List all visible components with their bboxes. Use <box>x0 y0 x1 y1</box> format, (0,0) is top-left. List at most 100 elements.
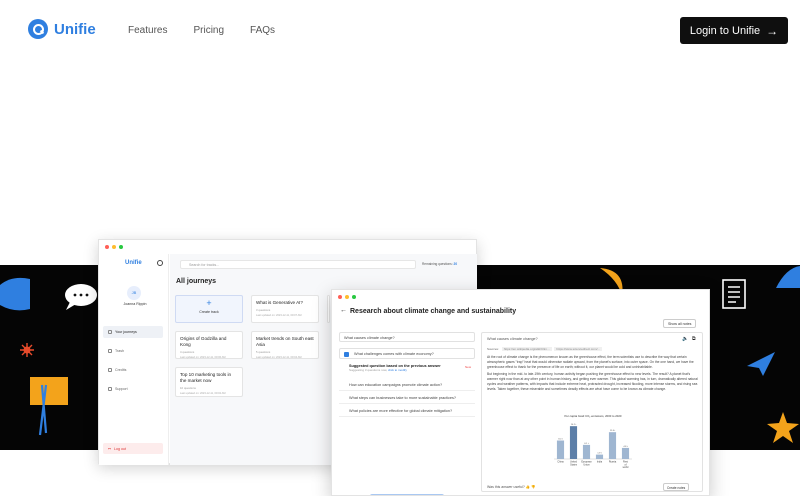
answer-text: At the root of climate change is the phe… <box>487 355 698 391</box>
window-controls <box>105 245 123 249</box>
chart-bar <box>582 444 591 459</box>
search-input[interactable]: Search for tracks... <box>180 260 416 269</box>
card-sub: 4 questions <box>180 349 195 354</box>
orange-star-icon <box>767 412 799 443</box>
logout-button[interactable]: ↦ Log out <box>103 443 163 454</box>
blue-corner-shape-icon <box>776 266 800 288</box>
sources-row: Sources: https://en.wikipedia.org/wiki/C… <box>487 347 602 351</box>
question-item-active[interactable]: What challenges comes with climate econo… <box>339 348 475 359</box>
landing-page: Unifie Features Pricing FAQs Login to Un… <box>0 0 800 496</box>
card-sub: 5 questions <box>256 349 271 354</box>
chart-value-label: 8.0 t <box>558 438 563 441</box>
flag-icon <box>30 377 68 436</box>
remaining-value: 20 <box>453 262 458 266</box>
chart-value-label: 6.1 t <box>584 442 589 445</box>
chart-svg: Per capita fossil CO₂ emissions, 2000 to… <box>554 414 632 469</box>
login-button[interactable]: Login to Unifie → <box>680 17 788 44</box>
login-label: Login to Unifie <box>689 24 761 37</box>
nav-pricing[interactable]: Pricing <box>193 25 224 36</box>
maximize-dot-icon <box>352 295 356 299</box>
thumbs-down-icon[interactable]: 👎 <box>531 485 535 489</box>
card-meta: Last updated on: 2023-12-11, 09:04 AM <box>256 355 302 359</box>
avatar[interactable]: JB <box>127 286 141 300</box>
trash-icon <box>108 349 112 353</box>
journey-card[interactable]: Market trends on South east Asia 5 quest… <box>251 331 319 359</box>
modify-link[interactable]: click to modify <box>388 368 407 372</box>
chart-category-label: Union <box>583 463 590 466</box>
show-notes-button[interactable]: Show all notes <box>663 319 697 328</box>
create-track-button[interactable]: + Create track <box>175 295 243 323</box>
suggested-question[interactable]: What steps can businesses take to more s… <box>339 393 475 404</box>
chart-value-label: 4.8 t <box>623 445 628 448</box>
minimize-dot-icon <box>112 245 116 249</box>
chart-category-label: world <box>623 466 629 469</box>
suggested-sub-text: Suggesting 3 questions now, <box>349 368 388 372</box>
answer-paragraph: But beginning in the mid- to late-19th c… <box>487 372 698 391</box>
nav-features[interactable]: Features <box>128 25 167 36</box>
card-title: Market trends on South east Asia <box>256 336 314 347</box>
journey-card[interactable]: What is Generative AI? 3 questions Last … <box>251 295 319 323</box>
card-sub: 10 questions <box>180 385 196 390</box>
back-arrow-icon[interactable]: ← <box>340 307 347 314</box>
remaining-label: Remaining questions: <box>422 262 453 266</box>
thumbs-up-icon[interactable]: 👍 <box>526 485 530 489</box>
suggested-question[interactable]: What policies are more effective for glo… <box>339 406 475 417</box>
close-dot-icon <box>105 245 109 249</box>
copy-icon[interactable]: ⧉ <box>692 336 696 342</box>
red-burst-icon <box>20 343 34 357</box>
sources-label: Sources: <box>487 347 499 351</box>
gear-icon[interactable] <box>157 260 163 266</box>
journey-card[interactable]: Top 10 marketing tools in the market now… <box>175 367 243 397</box>
questions-panel: What causes climate change? What challen… <box>339 332 475 492</box>
suggested-sub: Suggesting 3 questions now, click to mod… <box>349 368 475 372</box>
card-meta: Last updated on: 2023-12-11, 09:06 AM <box>180 355 226 359</box>
sidebar-item-journeys[interactable]: Your journeys <box>103 326 163 338</box>
plus-icon: + <box>206 298 212 308</box>
new-badge: New <box>465 365 472 369</box>
brand-name: Unifie <box>54 20 96 38</box>
card-meta: Last updated on: 2023-12-11, 09:02 AM <box>180 391 226 395</box>
paper-plane-icon <box>747 352 775 376</box>
chart-value-label: 1.9 t <box>597 452 602 455</box>
blue-shape-icon <box>0 277 30 311</box>
create-notes-button[interactable]: Create notes <box>663 483 690 491</box>
card-title: Top 10 marketing tools in the market now <box>180 372 232 383</box>
emissions-chart: Per capita fossil CO₂ emissions, 2000 to… <box>550 413 636 473</box>
chart-bar <box>556 440 565 459</box>
question-item[interactable]: What causes climate change? <box>339 332 475 342</box>
sidebar-item-credits[interactable]: Credits <box>103 364 163 376</box>
chart-title: Per capita fossil CO₂ emissions, 2000 to… <box>565 414 622 418</box>
suggested-question[interactable]: How can education campaigns promote clim… <box>339 380 475 391</box>
site-header: Unifie Features Pricing FAQs Login to Un… <box>0 0 800 60</box>
source-link[interactable]: https://en.wikipedia.org/wiki/Clim... <box>501 347 552 351</box>
chart-category-label: China <box>557 461 564 464</box>
page-title: All journeys <box>176 278 217 285</box>
sidebar-item-label: Credits <box>115 368 127 372</box>
chart-value-label: 11.6 t <box>610 429 616 432</box>
create-track-label: Create track <box>199 310 219 314</box>
maximize-dot-icon <box>119 245 123 249</box>
journeys-icon <box>108 330 112 334</box>
chart-category-label: India <box>597 461 603 464</box>
source-link[interactable]: https://www.sciencedirect.com/... <box>554 347 602 351</box>
speaker-icon[interactable]: 🔈 <box>682 336 688 342</box>
app-sidebar: Unifie JB Joanna Rippin Your journeys Tr… <box>99 254 169 465</box>
answer-panel: What causes climate change? 🔈 ⧉ Sources:… <box>481 332 703 492</box>
credits-icon <box>108 368 112 372</box>
document-icon <box>722 279 746 309</box>
card-title: Origins of Godzilla and Kong <box>180 336 227 347</box>
journey-card[interactable]: Origins of Godzilla and Kong 4 questions… <box>175 331 243 359</box>
user-name: Joanna Rippin <box>123 302 147 306</box>
sidebar-item-trash[interactable]: Trash <box>103 345 163 357</box>
arrow-right-icon: → <box>766 23 779 38</box>
chart-value-label: 14.2 t <box>571 423 577 426</box>
sidebar-item-support[interactable]: Support <box>103 383 163 395</box>
feedback-label: Was this answer useful? <box>487 485 525 489</box>
suggested-header: Suggested question based on the previous… <box>339 364 475 372</box>
chart-category-label: Russia <box>609 461 617 464</box>
card-meta: Last updated on: 2023-12-11, 09:07 AM <box>256 313 302 317</box>
minimize-dot-icon <box>345 295 349 299</box>
nav-faqs[interactable]: FAQs <box>250 25 275 36</box>
brand-logo[interactable]: Unifie <box>28 19 96 39</box>
answer-heading: What causes climate change? <box>487 337 538 341</box>
